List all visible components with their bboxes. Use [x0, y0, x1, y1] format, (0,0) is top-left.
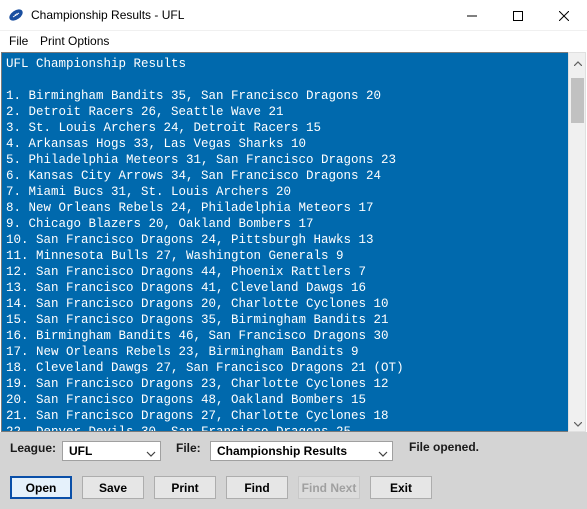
league-select[interactable]: UFL [62, 441, 161, 461]
result-line: 2. Detroit Racers 26, Seattle Wave 21 [6, 105, 284, 119]
find-button[interactable]: Find [226, 476, 288, 499]
result-line: 7. Miami Bucs 31, St. Louis Archers 20 [6, 185, 292, 199]
result-line: 19. San Francisco Dragons 23, Charlotte … [6, 377, 389, 391]
minimize-button[interactable] [449, 0, 495, 31]
window-title: Championship Results - UFL [31, 8, 185, 22]
chevron-up-icon [573, 55, 582, 69]
result-line: 10. San Francisco Dragons 24, Pittsburgh… [6, 233, 374, 247]
result-line: 13. San Francisco Dragons 41, Cleveland … [6, 281, 367, 295]
save-button[interactable]: Save [82, 476, 144, 499]
result-line: 21. San Francisco Dragons 27, Charlotte … [6, 409, 389, 423]
close-button[interactable] [541, 0, 587, 31]
open-button[interactable]: Open [10, 476, 72, 499]
result-line: 16. Birmingham Bandits 46, San Francisco… [6, 329, 389, 343]
result-line: 8. New Orleans Rebels 24, Philadelphia M… [6, 201, 374, 215]
print-button[interactable]: Print [154, 476, 216, 499]
result-line: 14. San Francisco Dragons 20, Charlotte … [6, 297, 389, 311]
result-line: 18. Cleveland Dawgs 27, San Francisco Dr… [6, 361, 404, 375]
league-label: League: [10, 441, 57, 455]
result-line: 17. New Orleans Rebels 23, Birmingham Ba… [6, 345, 359, 359]
result-line: 4. Arkansas Hogs 33, Las Vegas Sharks 10 [6, 137, 307, 151]
exit-button[interactable]: Exit [370, 476, 432, 499]
football-icon [8, 8, 24, 22]
result-line: 3. St. Louis Archers 24, Detroit Racers … [6, 121, 322, 135]
chevron-down-icon [146, 447, 156, 457]
result-line: 11. Minnesota Bulls 27, Washington Gener… [6, 249, 344, 263]
maximize-icon [513, 10, 523, 21]
file-select[interactable]: Championship Results [210, 441, 393, 461]
result-line: 9. Chicago Blazers 20, Oakland Bombers 1… [6, 217, 314, 231]
scroll-thumb[interactable] [571, 78, 584, 123]
result-line: 1. Birmingham Bandits 35, San Francisco … [6, 89, 382, 103]
title-bar: Championship Results - UFL [0, 0, 587, 31]
vertical-scrollbar[interactable] [568, 52, 586, 432]
file-label: File: [176, 441, 201, 455]
results-textarea[interactable]: UFL Championship Results 1. Birmingham Ba… [1, 52, 568, 432]
scroll-up-button[interactable] [569, 53, 586, 70]
result-line: 15. San Francisco Dragons 35, Birmingham… [6, 313, 389, 327]
result-line: 22. Denver Devils 30, San Francisco Drag… [6, 425, 352, 432]
league-select-value: UFL [69, 444, 93, 458]
status-text: File opened. [409, 440, 480, 454]
file-select-value: Championship Results [217, 444, 348, 458]
find-next-button[interactable]: Find Next [298, 476, 360, 499]
results-heading: UFL Championship Results [6, 57, 187, 71]
menu-file[interactable]: File [9, 34, 28, 48]
minimize-icon [467, 11, 477, 21]
chevron-down-icon [573, 416, 582, 430]
result-line [6, 72, 568, 88]
scroll-down-button[interactable] [569, 414, 586, 431]
result-line: 6. Kansas City Arrows 34, San Francisco … [6, 169, 382, 183]
close-icon [559, 10, 569, 21]
result-line: 20. San Francisco Dragons 48, Oakland Bo… [6, 393, 367, 407]
maximize-button[interactable] [495, 0, 541, 31]
menu-bar: File Print Options [0, 31, 587, 51]
result-line: 5. Philadelphia Meteors 31, San Francisc… [6, 153, 397, 167]
menu-print-options[interactable]: Print Options [40, 34, 109, 48]
results-text: UFL Championship Results 1. Birmingham Ba… [2, 53, 568, 432]
chevron-down-icon [378, 447, 388, 457]
result-line: 12. San Francisco Dragons 44, Phoenix Ra… [6, 265, 367, 279]
